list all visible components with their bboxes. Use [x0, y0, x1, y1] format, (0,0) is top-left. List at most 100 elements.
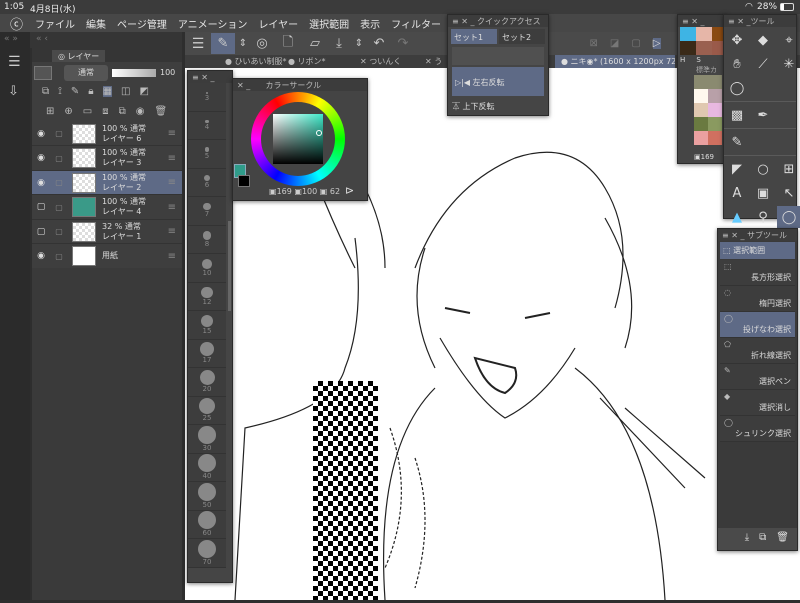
mask-icon[interactable]: ◫ — [121, 86, 130, 97]
border-icon[interactable]: ▢ — [631, 38, 640, 49]
select-play-icon[interactable]: ▷ — [652, 38, 661, 49]
eye-icon[interactable]: ◉ — [32, 129, 50, 139]
lasso-tool-icon[interactable]: ◯ — [725, 77, 749, 99]
layer-select-icon[interactable]: ⌖ — [777, 29, 800, 51]
brush-size-item[interactable]: 5 — [188, 140, 226, 169]
lock-icon[interactable]: 🔒︎ — [88, 86, 93, 97]
collapse-icon[interactable]: « » — [4, 34, 18, 44]
sub-color-swatch[interactable] — [238, 175, 250, 187]
set1-tab[interactable]: セット1 — [451, 29, 497, 44]
tab-4[interactable]: ✕ う — [425, 56, 442, 67]
layer-row[interactable]: ◉ ▢ 100 % 通常 レイヤー 3 ≡ — [32, 147, 182, 171]
subtool-item[interactable]: ⬠ 折れ線選択 — [720, 338, 795, 364]
ruler-tool-icon[interactable]: ◤ — [725, 158, 749, 180]
layer-menu-icon[interactable]: ≡ — [168, 202, 176, 213]
menu-icon[interactable]: ☰ — [185, 36, 211, 52]
color-swatch[interactable] — [680, 41, 696, 55]
eye-icon[interactable]: ◉ — [32, 153, 50, 163]
import-icon[interactable]: ⇩ — [8, 84, 19, 99]
tab-active[interactable]: ● ニキ◉* (1600 x 1200px 72 — [555, 55, 675, 68]
layer-menu-icon[interactable]: ≡ — [168, 153, 176, 164]
brush-size-item[interactable]: 60 — [188, 511, 226, 539]
flip-vertical-item[interactable]: ⏄ 上下反転 — [452, 101, 495, 112]
menu-view[interactable]: 表示 — [360, 16, 380, 31]
subtool-item[interactable]: ✎ 選択ペン — [720, 364, 795, 390]
fill-tool-icon[interactable]: ✒ — [751, 104, 775, 126]
layer-status-icon[interactable]: ▢ — [50, 252, 68, 261]
redo-icon[interactable]: ↷ — [391, 36, 415, 51]
color-circle-header[interactable]: ✕ _ カラーサークル — [233, 79, 367, 91]
open-icon[interactable]: ▱ — [303, 36, 327, 51]
sv-cursor[interactable] — [316, 130, 322, 136]
layer-menu-icon[interactable]: ≡ — [168, 251, 176, 262]
subtool-header[interactable]: ≡ ✕ _ サブツール — [718, 229, 797, 241]
tab-2[interactable]: ● リボン* — [288, 56, 326, 67]
layer-row[interactable]: ▢ ▢ 32 % 通常 レイヤー 1 ≡ — [32, 220, 182, 244]
color-swatch[interactable] — [708, 89, 722, 103]
color-swatch[interactable] — [694, 103, 708, 117]
visibility-off-icon[interactable]: ▢ — [32, 227, 50, 237]
subtool-import-icon[interactable]: ⤓ — [745, 532, 749, 546]
menu-layer[interactable]: レイヤー — [258, 16, 298, 31]
reference-icon[interactable]: ⟟ — [58, 86, 62, 97]
move-tool-icon[interactable]: ✥ — [725, 29, 749, 51]
text-tool-icon[interactable]: A — [725, 182, 749, 204]
menu-page[interactable]: ページ管理 — [117, 16, 167, 31]
saturation-value-square[interactable] — [273, 114, 323, 164]
color-swatch[interactable] — [694, 89, 708, 103]
color-swatch[interactable] — [694, 117, 708, 131]
layer-status-icon[interactable]: ▢ — [50, 129, 68, 138]
flip-horizontal-item[interactable]: ▷|◀ 左右反転 — [452, 67, 544, 96]
merge-icon[interactable]: ⧉ — [119, 106, 126, 117]
clip-icon[interactable]: ⧉ — [42, 86, 49, 97]
color-expression-select[interactable] — [34, 66, 52, 80]
new-folder-icon[interactable]: ▭ — [83, 106, 92, 117]
brush-size-item[interactable]: 40 — [188, 454, 226, 482]
layer-property-icon[interactable]: ☰ — [8, 54, 21, 70]
layer-menu-icon[interactable]: ≡ — [168, 128, 176, 139]
subtool-item[interactable]: ◯ 投げなわ選択 — [720, 312, 795, 338]
brush-size-item[interactable]: 10 — [188, 254, 226, 283]
panel-collapse-bar[interactable]: « ‹ — [30, 32, 182, 48]
layer-status-icon[interactable]: ▢ — [50, 227, 68, 236]
menu-selection[interactable]: 選択範囲 — [309, 16, 349, 31]
undo-icon[interactable]: ↶ — [367, 36, 391, 51]
operation-tool-icon[interactable]: ↖ — [777, 182, 800, 204]
subtool-item[interactable]: ◆ 選択消し — [720, 390, 795, 416]
transfer-icon[interactable]: ⧈ — [102, 106, 108, 117]
hand-tool-icon[interactable]: ✋︎ — [725, 53, 749, 75]
color-swatch[interactable] — [696, 27, 712, 41]
menu-filter[interactable]: フィルター — [391, 16, 441, 31]
blend-mode-select[interactable]: 通常 — [64, 65, 108, 81]
brush-size-item[interactable]: 7 — [188, 197, 226, 226]
brush-size-item[interactable]: 3 — [188, 83, 226, 112]
brush-size-item[interactable]: 8 — [188, 226, 226, 254]
layer-menu-icon[interactable]: ≡ — [168, 177, 176, 188]
object-tool-icon[interactable]: ◆ — [751, 29, 775, 51]
new-file-icon[interactable]: 🗋︎ — [273, 33, 303, 55]
eye-icon[interactable]: ◉ — [32, 251, 50, 261]
brush-size-item[interactable]: 30 — [188, 425, 226, 454]
draft-icon[interactable]: ✎ — [71, 86, 79, 97]
set2-tab[interactable]: セット2 — [499, 29, 545, 44]
menu-file[interactable]: ファイル — [35, 16, 75, 31]
subtool-delete-icon[interactable]: 🗑︎ — [776, 532, 789, 546]
scrollbar[interactable] — [228, 221, 231, 311]
eyedropper-icon[interactable]: ⟋ — [751, 53, 775, 75]
color-mode-icon[interactable]: ⊳ — [345, 184, 354, 197]
tool-header[interactable]: ≡ ✕ _ ツール — [724, 15, 796, 27]
layer-row[interactable]: ◉ ▢ 100 % 通常 レイヤー 2 ≡ — [32, 171, 182, 195]
menu-animation[interactable]: アニメーション — [178, 16, 248, 31]
color-swatch[interactable] — [708, 75, 722, 89]
brush-size-item[interactable]: 15 — [188, 311, 226, 340]
brush-size-item[interactable]: 4 — [188, 112, 226, 140]
pen-tool-icon[interactable]: ✎ — [725, 131, 749, 153]
app-logo-icon[interactable]: ⓒ — [10, 14, 23, 33]
subtool-duplicate-icon[interactable]: ⧉ — [759, 532, 766, 546]
subtool-item[interactable]: ⬚ 長方形選択 — [720, 260, 795, 286]
selection-tool-icon[interactable]: ◯ — [777, 206, 800, 228]
blend-tool-icon[interactable]: ▩ — [725, 104, 749, 126]
subtool-item[interactable]: ◌ 楕円選択 — [720, 286, 795, 312]
color-swatch[interactable] — [696, 41, 712, 55]
lock-transparency-icon[interactable]: ▦ — [102, 86, 113, 97]
